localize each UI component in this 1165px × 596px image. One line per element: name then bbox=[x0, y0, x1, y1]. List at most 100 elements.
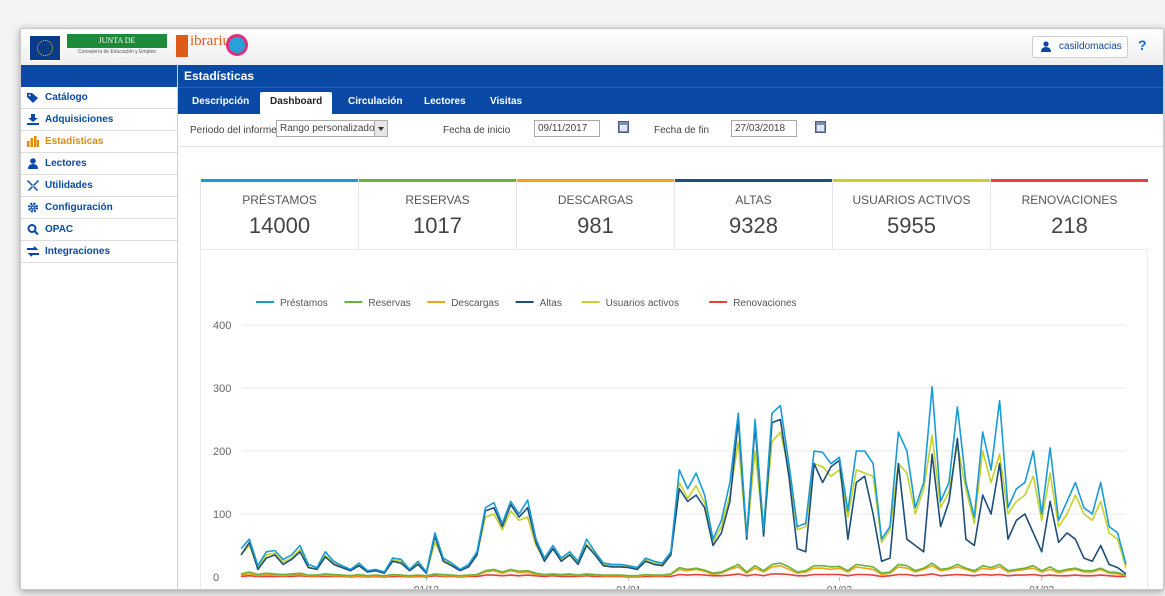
kpi-usuarios-activos: USUARIOS ACTIVOS 5955 bbox=[832, 179, 990, 249]
start-date-input[interactable]: 09/11/2017 bbox=[534, 120, 600, 137]
x-tick-label: 01/02 bbox=[827, 585, 852, 590]
end-date-input[interactable]: 27/03/2018 bbox=[731, 120, 797, 137]
sidebar-item-label: Adquisiciones bbox=[45, 114, 114, 125]
kpi-label: USUARIOS ACTIVOS bbox=[852, 193, 971, 207]
top-bar: JUNTA DE EXTREMADURA Consejería de Educa… bbox=[21, 29, 1163, 66]
activity-line-chart: 0 100 200 300 400 01/12 01/01 01/02 01/03 Préstam… bbox=[213, 298, 1127, 590]
kpi-color-bar bbox=[359, 179, 516, 182]
kpi-color-bar bbox=[517, 179, 674, 182]
sidebar-item-integraciones[interactable]: Integraciones bbox=[21, 241, 177, 263]
activity-chart-card: 0 100 200 300 400 01/12 01/01 01/02 01/03 Préstam… bbox=[200, 249, 1148, 590]
sidebar-item-opac[interactable]: OPAC bbox=[21, 219, 177, 241]
kpi-color-bar bbox=[833, 179, 990, 182]
user-icon bbox=[28, 158, 38, 169]
user-menu-button[interactable]: casildomacias bbox=[1032, 36, 1128, 58]
eu-logo bbox=[29, 35, 61, 61]
user-icon bbox=[1041, 41, 1051, 52]
tab-visitas[interactable]: Visitas bbox=[480, 92, 532, 114]
sidebar-item-lectores[interactable]: Lectores bbox=[21, 153, 177, 175]
kpi-value: 14000 bbox=[248, 213, 311, 238]
calendar-icon[interactable] bbox=[815, 121, 826, 133]
y-tick-label: 0 bbox=[213, 572, 219, 584]
kpi-value: 981 bbox=[577, 213, 614, 238]
x-tick-label: 01/01 bbox=[616, 585, 641, 590]
app-window: JUNTA DE EXTREMADURA Consejería de Educa… bbox=[20, 28, 1164, 590]
kpi-altas: ALTAS 9328 bbox=[674, 179, 832, 249]
sidebar-item-utilidades[interactable]: Utilidades bbox=[21, 175, 177, 197]
x-tick-label: 01/12 bbox=[414, 585, 439, 590]
librarium-l-mark bbox=[176, 35, 188, 57]
kpi-value: 9328 bbox=[729, 213, 778, 238]
sidebar-item-label: Lectores bbox=[45, 158, 87, 169]
kpi-value: 1017 bbox=[413, 213, 462, 238]
sidebar-item-label: Integraciones bbox=[45, 246, 111, 257]
kpi-row: PRÉSTAMOS 14000 RESERVAS 1017 DESCARGAS … bbox=[200, 179, 1148, 249]
username-label: casildomacias bbox=[1059, 41, 1122, 52]
junta-extremadura-logo: JUNTA DE EXTREMADURA Consejería de Educa… bbox=[67, 34, 167, 60]
y-tick-label: 200 bbox=[213, 446, 231, 458]
period-label: Periodo del informe bbox=[190, 125, 277, 136]
kpi-label: PRÉSTAMOS bbox=[242, 193, 317, 207]
kpi-label: ALTAS bbox=[735, 193, 772, 207]
report-filters: Periodo del informe Rango personalizado … bbox=[178, 114, 1163, 147]
sidebar-item-catalogo[interactable]: Catálogo bbox=[21, 87, 177, 109]
eu-stars-icon bbox=[37, 40, 53, 56]
help-button[interactable]: ? bbox=[1138, 37, 1147, 53]
kpi-prestamos: PRÉSTAMOS 14000 bbox=[200, 179, 358, 249]
tab-descripcion[interactable]: Descripción bbox=[182, 92, 259, 114]
end-date-label: Fecha de fin bbox=[654, 125, 710, 136]
page-title: Estadísticas bbox=[178, 65, 1163, 87]
tools-icon bbox=[27, 180, 39, 191]
sidebar-item-adquisiciones[interactable]: Adquisiciones bbox=[21, 109, 177, 131]
sync-icon bbox=[27, 246, 39, 257]
screen-background: JUNTA DE EXTREMADURA Consejería de Educa… bbox=[0, 0, 1165, 596]
sidebar-item-label: Configuración bbox=[45, 202, 113, 213]
period-select-value: Rango personalizado bbox=[280, 123, 375, 134]
series-line bbox=[240, 385, 1127, 573]
download-icon bbox=[27, 114, 39, 125]
series-line bbox=[240, 418, 1127, 575]
gear-icon bbox=[27, 202, 39, 213]
start-date-label: Fecha de inicio bbox=[443, 125, 511, 136]
tab-lectores[interactable]: Lectores bbox=[414, 92, 476, 114]
sidebar-item-label: Catálogo bbox=[45, 92, 88, 103]
y-tick-label: 300 bbox=[213, 383, 231, 395]
tab-dashboard[interactable]: Dashboard bbox=[260, 92, 333, 114]
sidebar-item-configuracion[interactable]: Configuración bbox=[21, 197, 177, 219]
tab-bar: Descripción Dashboard Circulación Lector… bbox=[178, 87, 1163, 114]
calendar-icon[interactable] bbox=[618, 121, 629, 133]
chevron-down-icon bbox=[374, 121, 387, 136]
period-select[interactable]: Rango personalizado bbox=[276, 120, 388, 137]
y-tick-label: 400 bbox=[213, 320, 231, 332]
kpi-value: 218 bbox=[1051, 213, 1088, 238]
kpi-descargas: DESCARGAS 981 bbox=[516, 179, 674, 249]
search-icon bbox=[27, 224, 39, 235]
kpi-label: RESERVAS bbox=[405, 193, 470, 207]
kpi-renovaciones: RENOVACIONES 218 bbox=[990, 179, 1148, 249]
sidebar-item-estadisticas[interactable]: Estadísticas bbox=[21, 131, 177, 153]
main-content: Estadísticas Descripción Dashboard Circu… bbox=[178, 65, 1163, 589]
tab-circulacion[interactable]: Circulación bbox=[338, 92, 412, 114]
legend-label[interactable]: Altas bbox=[540, 298, 562, 309]
sidebar-header bbox=[21, 65, 177, 87]
tag-icon bbox=[27, 93, 38, 103]
x-tick-label: 01/03 bbox=[1029, 585, 1054, 590]
round-app-logo bbox=[226, 34, 248, 56]
kpi-label: DESCARGAS bbox=[557, 193, 634, 207]
legend-label[interactable]: Descargas bbox=[451, 298, 499, 309]
kpi-color-bar bbox=[675, 179, 832, 182]
junta-logo-text: JUNTA DE EXTREMADURA bbox=[67, 34, 167, 59]
sidebar-item-label: Estadísticas bbox=[45, 136, 104, 147]
sidebar-item-label: OPAC bbox=[45, 224, 74, 235]
legend-label[interactable]: Préstamos bbox=[280, 298, 328, 309]
legend-label[interactable]: Usuarios activos bbox=[606, 298, 679, 309]
legend-label[interactable]: Reservas bbox=[368, 298, 410, 309]
kpi-color-bar bbox=[991, 179, 1148, 182]
junta-logo-subtext: Consejería de Educación y Empleo bbox=[77, 49, 157, 55]
sidebar: Catálogo Adquisiciones Estadísticas Lect… bbox=[21, 65, 178, 589]
legend-label[interactable]: Renovaciones bbox=[733, 298, 796, 309]
sidebar-item-label: Utilidades bbox=[45, 180, 93, 191]
kpi-color-bar bbox=[201, 179, 358, 182]
kpi-label: RENOVACIONES bbox=[1021, 193, 1118, 207]
bar-chart-icon bbox=[27, 136, 39, 147]
